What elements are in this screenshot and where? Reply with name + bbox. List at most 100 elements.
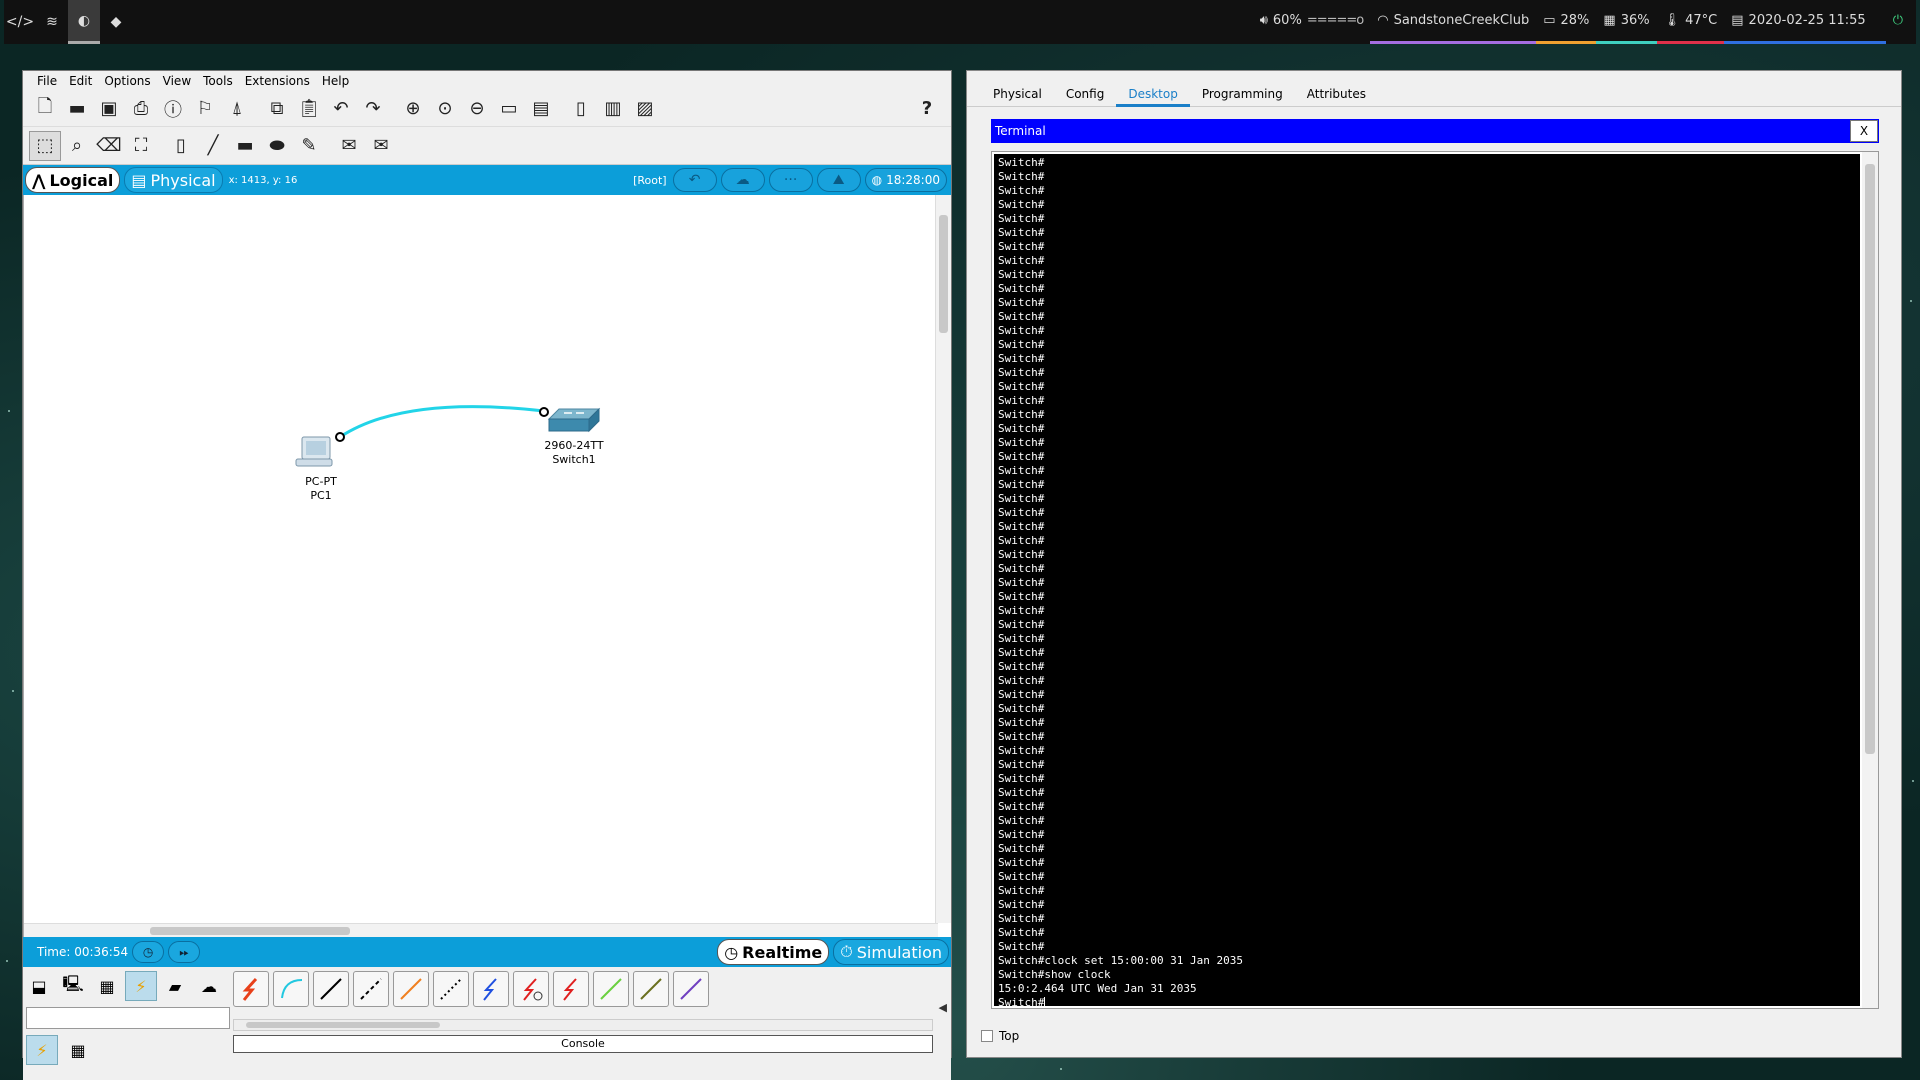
activity-wizard-icon[interactable]: ⚐	[189, 94, 221, 124]
switch-label[interactable]: 2960-24TT Switch1	[536, 439, 612, 467]
menu-tools[interactable]: Tools	[197, 74, 239, 88]
zoom-reset-icon[interactable]: ⊙	[429, 94, 461, 124]
back-icon[interactable]: ↶	[672, 168, 717, 192]
close-terminal-button[interactable]: X	[1850, 120, 1878, 142]
tab-config[interactable]: Config	[1054, 85, 1117, 107]
custom-devices-dialog-icon[interactable]: ▤	[525, 94, 557, 124]
serial-dce-cable-icon[interactable]	[513, 971, 549, 1007]
terminal-line: Switch#	[998, 296, 1045, 309]
phone-cable-icon[interactable]	[433, 971, 469, 1007]
freeform-tool-icon[interactable]: ✎	[293, 131, 325, 161]
terminal-line: Switch#	[998, 632, 1045, 645]
viewport-clock[interactable]: ◍ 18:28:00	[864, 168, 947, 192]
select-tool-icon[interactable]: ⬚	[29, 130, 61, 161]
datetime-widget[interactable]: ▤ 2020-02-25 11:55	[1724, 0, 1886, 44]
delete-tool-icon[interactable]: ⌫	[93, 131, 125, 161]
collapse-arrow-icon[interactable]: ◀	[939, 1001, 947, 1014]
menu-extensions[interactable]: Extensions	[239, 74, 316, 88]
drawing-palette-icon[interactable]: ▭	[493, 94, 525, 124]
paste-icon[interactable]: 📋︎	[293, 94, 325, 124]
volume-widget[interactable]: 🔊︎ 60% =====o	[1253, 0, 1371, 44]
menu-edit[interactable]: Edit	[63, 74, 98, 88]
serial-dte-cable-icon[interactable]	[553, 971, 589, 1007]
workspace-spotify-icon[interactable]: ≋	[36, 0, 68, 44]
terminal-output[interactable]: Switch# Switch# Switch# Switch# Switch# Switc…	[994, 154, 1860, 1006]
misc-icon[interactable]: ▰	[159, 971, 191, 1001]
fast-forward-icon[interactable]: ⏩︎	[168, 941, 201, 963]
coaxial-cable-icon[interactable]	[473, 971, 509, 1007]
console-cable-icon[interactable]	[273, 971, 309, 1007]
top-checkbox[interactable]: Top	[981, 1029, 1019, 1043]
tab-attributes[interactable]: Attributes	[1295, 85, 1378, 107]
zoom-in-icon[interactable]: ⊕	[397, 94, 429, 124]
network-devices-icon[interactable]: ⬓	[23, 971, 55, 1001]
crossover-cable-icon[interactable]	[353, 971, 389, 1007]
undo-icon[interactable]: ↶	[325, 94, 357, 124]
terminal-scrollbar[interactable]	[1862, 152, 1878, 1008]
workspace-code-icon[interactable]: </>	[4, 0, 36, 44]
image-icon[interactable]: ▨	[629, 94, 661, 124]
physical-tab[interactable]: ▤ Physical	[124, 167, 223, 193]
device-search-field[interactable]	[26, 1007, 230, 1029]
inspect-tool-icon[interactable]: ⌕	[61, 131, 93, 161]
logical-tab[interactable]: ⋀ Logical	[25, 167, 121, 193]
workspace-moon-icon[interactable]: ◐	[68, 0, 100, 44]
resize-tool-icon[interactable]: ⛶	[125, 131, 157, 161]
realtime-mode-tab[interactable]: ◷ Realtime	[717, 939, 830, 965]
logical-workspace[interactable]: PC-PT PC1 2960-24TT Switch1	[23, 195, 951, 937]
tab-programming[interactable]: Programming	[1190, 85, 1295, 107]
network-info-icon[interactable]: ▥	[597, 94, 629, 124]
tab-desktop[interactable]: Desktop	[1116, 85, 1190, 107]
workspace-hscrollbar[interactable]	[24, 923, 938, 937]
simulation-mode-tab[interactable]: ⏱︎ Simulation	[833, 939, 949, 965]
simple-pdu-icon[interactable]: ✉	[333, 131, 365, 161]
info-icon[interactable]: ⓘ	[157, 94, 189, 124]
memory-usage: 36%	[1620, 13, 1650, 28]
copy-icon[interactable]: ⧉	[261, 94, 293, 124]
tab-physical[interactable]: Physical	[981, 85, 1054, 107]
print-icon[interactable]: ⎙	[125, 94, 157, 124]
help-icon[interactable]: ?	[911, 94, 943, 124]
palette-hscrollbar[interactable]	[233, 1019, 933, 1031]
menu-view[interactable]: View	[157, 74, 197, 88]
menu-help[interactable]: Help	[316, 74, 355, 88]
end-devices-icon[interactable]: 🖳︎	[57, 971, 89, 1001]
console-bar[interactable]: Console	[233, 1035, 933, 1053]
custom-device-icon[interactable]: ⍋	[221, 94, 253, 124]
pc-label[interactable]: PC-PT PC1	[292, 475, 350, 503]
move-object-icon[interactable]: ···	[768, 168, 813, 192]
complex-pdu-icon[interactable]: ✉	[365, 131, 397, 161]
set-background-icon[interactable]: ⛰	[816, 168, 861, 192]
power-button[interactable]: ⏻	[1886, 0, 1910, 44]
new-file-icon[interactable]: 🗋︎	[29, 94, 61, 124]
power-cycle-icon[interactable]: ◷	[132, 941, 165, 963]
redo-icon[interactable]: ↷	[357, 94, 389, 124]
open-folder-icon[interactable]: ▬	[61, 94, 93, 124]
menu-options[interactable]: Options	[98, 74, 156, 88]
workspace-git-icon[interactable]: ◆	[100, 0, 132, 44]
connections-sub-icon[interactable]: ⚡︎	[26, 1035, 58, 1065]
fiber-cable-icon[interactable]	[393, 971, 429, 1007]
workspace-vscrollbar[interactable]	[935, 195, 951, 923]
save-icon[interactable]: ▣	[93, 94, 125, 124]
ellipse-tool-icon[interactable]: ⬬	[261, 131, 293, 161]
menu-file[interactable]: File	[31, 74, 63, 88]
checkbox-box[interactable]	[981, 1030, 993, 1042]
wifi-widget[interactable]: ◠ SandstoneCreekClub	[1370, 0, 1537, 44]
zoom-out-icon[interactable]: ⊖	[461, 94, 493, 124]
automatic-cable-icon[interactable]	[233, 971, 269, 1007]
iot-cable-icon[interactable]	[633, 971, 669, 1007]
root-breadcrumb[interactable]: [Root]	[633, 174, 669, 187]
multiuser-icon[interactable]: ☁	[193, 971, 225, 1001]
octal-cable-icon[interactable]	[593, 971, 629, 1007]
components-icon[interactable]: ▦	[91, 971, 123, 1001]
connections-icon[interactable]: ⚡︎	[125, 971, 157, 1001]
rectangle-tool-icon[interactable]: ▬	[229, 131, 261, 161]
line-tool-icon[interactable]: ╱	[197, 131, 229, 161]
new-cluster-icon[interactable]: ☁	[720, 168, 765, 192]
note-tool-icon[interactable]: ▯	[165, 131, 197, 161]
usb-cable-icon[interactable]	[673, 971, 709, 1007]
straight-through-cable-icon[interactable]	[313, 971, 349, 1007]
cluster-icon[interactable]: ▯	[565, 94, 597, 124]
structured-cabling-icon[interactable]: ▦	[62, 1035, 94, 1065]
